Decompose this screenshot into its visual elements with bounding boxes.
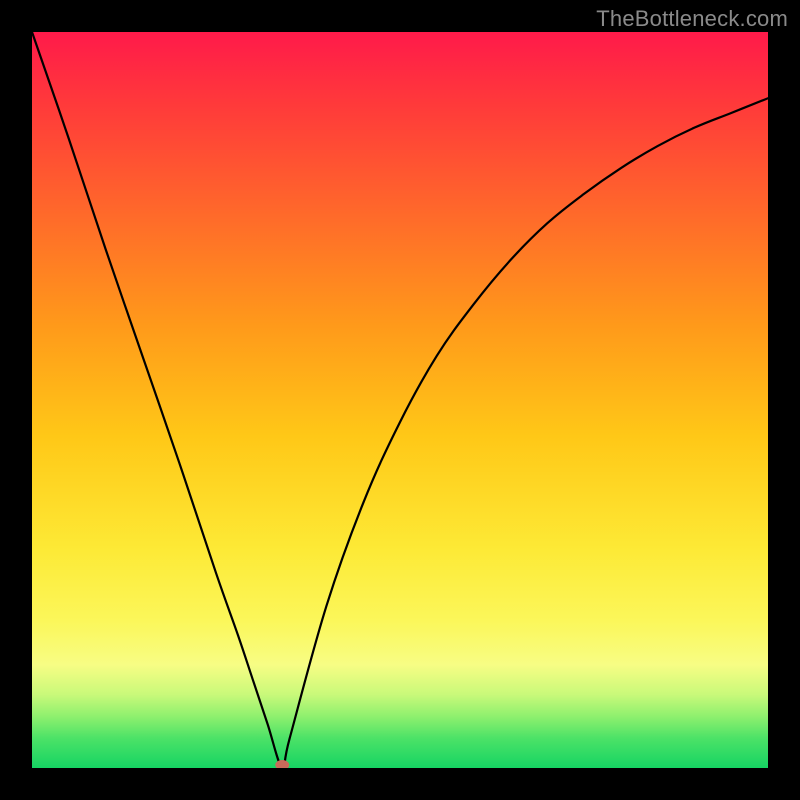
watermark-text: TheBottleneck.com <box>596 6 788 32</box>
chart-svg <box>32 32 768 768</box>
plot-area <box>32 32 768 768</box>
optimum-marker <box>275 760 289 768</box>
bottleneck-curve <box>32 32 768 768</box>
chart-canvas: TheBottleneck.com <box>0 0 800 800</box>
